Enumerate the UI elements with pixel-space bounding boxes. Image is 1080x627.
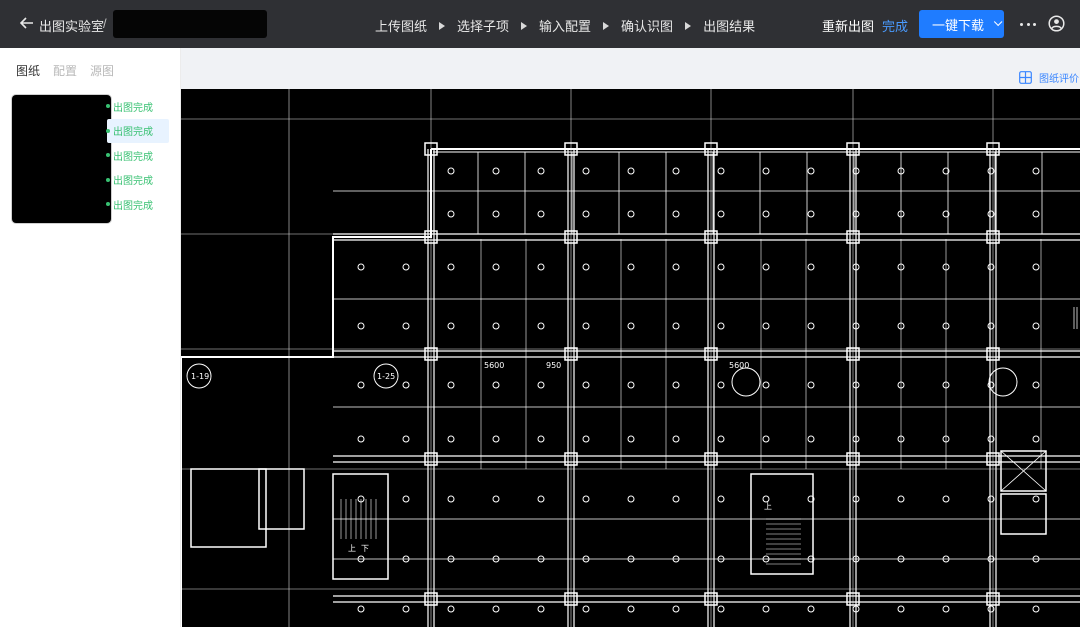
tab-source[interactable]: 源图 [90,62,114,79]
drawing-annotation: 1-19 [191,372,209,381]
step-confirm[interactable]: 确认识图 [621,16,673,35]
drawing-thumbnail-redacted[interactable] [12,95,111,223]
step-arrow-icon [603,21,610,30]
step-progress: 上传图纸 选择子项 输入配置 确认识图 出图结果 [375,16,755,35]
sidebar: 图纸 配置 源图 出图完成 出图完成 出图完成 出图完成 出图完成 [0,48,181,627]
list-item[interactable]: 出图完成 [106,168,169,193]
list-item[interactable]: 出图完成 [106,118,169,143]
step-arrow-icon [439,21,446,30]
list-item[interactable]: 出图完成 [106,94,169,119]
drawing-annotation: 5600 [484,361,504,370]
done-button[interactable]: 完成 [882,16,908,35]
breadcrumb-separator: / [103,16,107,31]
status-label: 出图完成 [113,127,153,139]
status-list: 出图完成 出图完成 出图完成 出图完成 出图完成 [106,94,169,217]
more-horizontal-icon[interactable] [1020,14,1036,34]
step-arrow-icon [685,21,692,30]
status-label: 出图完成 [113,200,153,212]
floor-plan-drawing: 1-19 1-255600 950 5600上 下上 [181,89,1080,627]
redacted-project-name [113,10,267,38]
drawing-annotation: 上 [764,502,772,511]
step-arrow-icon [521,21,528,30]
canvas-toolbar [181,48,1080,89]
drawing-annotation: 下 [361,544,369,553]
tab-config[interactable]: 配置 [53,62,77,79]
drawing-annotation: 1-25 [377,372,395,381]
breadcrumb-root[interactable]: 出图实验室 [39,16,104,35]
list-item[interactable]: 出图完成 [106,192,169,217]
layout-grid-icon [1019,71,1032,84]
step-result[interactable]: 出图结果 [703,16,755,35]
drawing-canvas[interactable]: 1-19 1-25 5600 950 5600 上下上 [181,89,1080,627]
status-label: 出图完成 [113,151,153,163]
user-circle-icon[interactable] [1048,15,1065,32]
status-dot-icon [106,153,110,158]
drawing-annotation: 上 [348,544,356,553]
status-dot-icon [106,202,110,207]
arrow-left-icon[interactable] [18,14,36,32]
step-config[interactable]: 输入配置 [539,16,591,35]
status-dot-icon [106,177,110,182]
status-dot-icon [106,128,110,133]
evaluate-button[interactable]: 图纸评价 [1019,70,1079,85]
top-bar: 出图实验室 / 上传图纸 选择子项 输入配置 确认识图 出图结果 重新出图 完成… [0,0,1080,48]
status-label: 出图完成 [113,102,153,114]
step-select-item[interactable]: 选择子项 [457,16,509,35]
download-all-button[interactable]: 一键下载 [919,10,1004,38]
list-item[interactable]: 出图完成 [106,143,169,168]
drawing-annotation: 5600 [729,361,749,370]
tab-drawing[interactable]: 图纸 [16,62,40,79]
step-upload[interactable]: 上传图纸 [375,16,427,35]
download-label: 一键下载 [932,17,985,33]
status-dot-icon [106,104,110,109]
sidebar-tabs: 图纸 配置 源图 [16,62,114,79]
chevron-down-icon [993,17,1003,27]
drawing-annotation: 950 [546,361,561,370]
status-label: 出图完成 [113,176,153,188]
drag-handle-icon[interactable] [1072,303,1080,333]
evaluate-label: 图纸评价 [1039,74,1079,85]
regenerate-button[interactable]: 重新出图 [822,16,874,35]
